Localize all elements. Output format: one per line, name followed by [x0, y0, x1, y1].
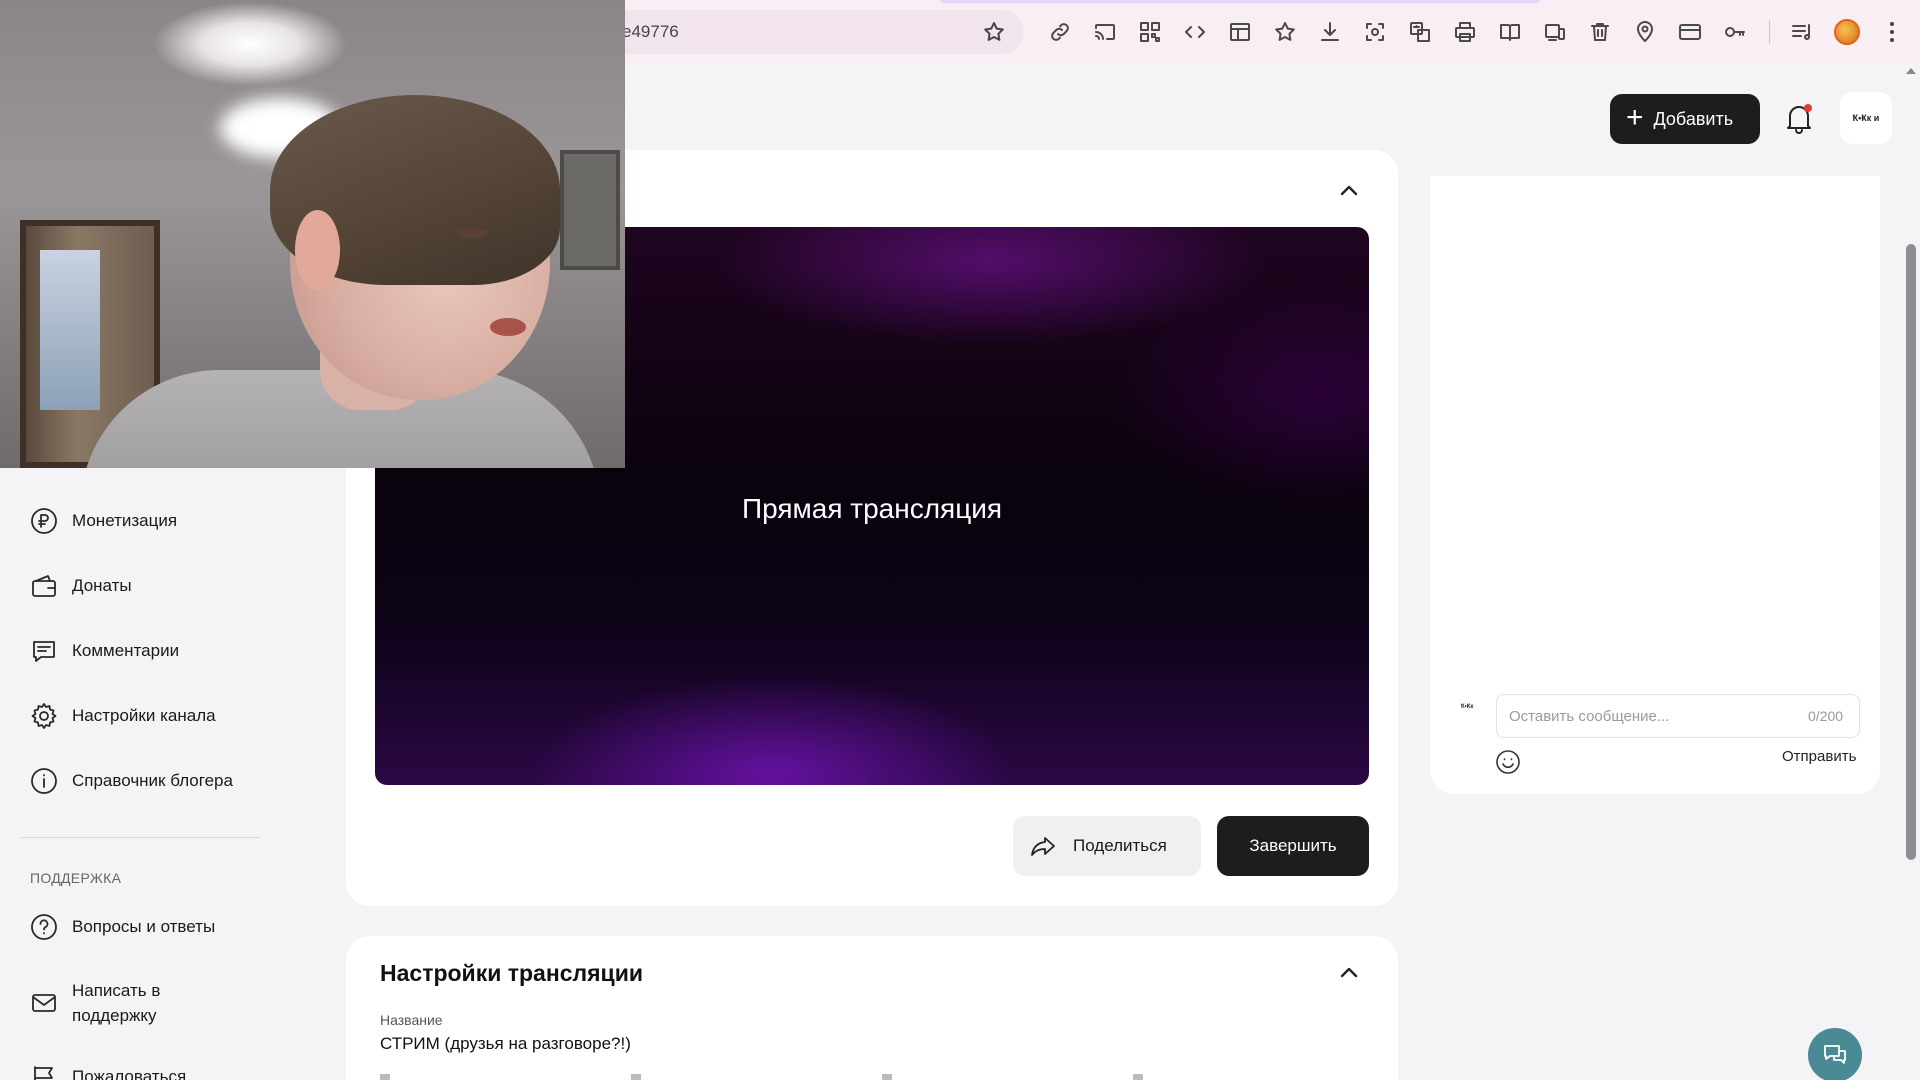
url-text: e49776	[622, 22, 679, 41]
profile-avatar[interactable]	[1834, 19, 1860, 45]
field-label-stub	[631, 1074, 641, 1080]
question-icon	[30, 913, 58, 941]
bookmark-star-icon[interactable]	[982, 20, 1006, 44]
name-field-value[interactable]: СТРИМ (друзья на разговоре?!)	[380, 1034, 631, 1054]
add-button[interactable]: + Добавить	[1610, 94, 1760, 144]
field-label-stub	[882, 1074, 892, 1080]
background-doorway	[40, 250, 100, 410]
media-icon[interactable]	[1790, 20, 1814, 44]
player-title: Прямая трансляция	[741, 493, 1003, 524]
sidebar-item-label: Пожаловаться	[72, 1067, 187, 1080]
mail-icon	[30, 989, 58, 1017]
address-bar[interactable]: e49776	[560, 10, 1024, 54]
translate-icon[interactable]	[1408, 20, 1432, 44]
settings-collapse-chevron-up-icon[interactable]	[1338, 962, 1360, 984]
finish-stream-button[interactable]: Завершить	[1217, 816, 1369, 876]
send-message-button[interactable]: Отправить	[1782, 748, 1856, 765]
plus-icon: +	[1626, 100, 1644, 134]
sidebar-item-label: Вопросы и ответы	[72, 917, 216, 936]
chat-char-counter: 0/200	[1808, 708, 1844, 724]
info-icon	[30, 767, 58, 795]
share-button-label: Поделиться	[1073, 836, 1167, 855]
sidebar-item-monetization[interactable]: Монетизация	[30, 507, 177, 535]
avatar-text: Ҟ•Ҝк и	[1852, 113, 1880, 123]
field-label-stub	[1133, 1074, 1143, 1080]
emoji-icon[interactable]	[1494, 748, 1522, 776]
share-icon	[1031, 837, 1055, 856]
stream-settings-card	[346, 936, 1398, 1080]
sidebar-item-label: Справочник блогера	[72, 771, 233, 790]
scrollbar-thumb[interactable]	[1906, 244, 1916, 860]
name-field-label: Название	[380, 1012, 443, 1028]
cast-icon[interactable]	[1093, 20, 1117, 44]
kebab-menu-icon[interactable]	[1889, 20, 1895, 44]
sidebar-item-faq[interactable]: Вопросы и ответы	[30, 913, 215, 941]
flag-icon	[30, 1063, 58, 1080]
qr-code-icon[interactable]	[1138, 20, 1162, 44]
background-shelf	[560, 150, 620, 270]
layout-icon[interactable]	[1228, 20, 1252, 44]
sidebar-item-write-support[interactable]: Написать в поддержку	[30, 978, 160, 1028]
toolbar-accent-line	[940, 0, 1540, 3]
chat-bubbles-icon	[1824, 1045, 1846, 1064]
notification-dot	[1804, 104, 1812, 112]
link-icon[interactable]	[1048, 20, 1072, 44]
screenshot-icon[interactable]	[1363, 20, 1387, 44]
user-avatar[interactable]: Ҟ•Ҝк и	[1840, 92, 1892, 144]
chat-user-avatar: Ҟ•Ҝк	[1461, 704, 1474, 710]
scroll-up-arrow-icon[interactable]	[1906, 68, 1916, 74]
sidebar-section-support: ПОДДЕРЖКА	[30, 870, 122, 886]
card-icon[interactable]	[1678, 20, 1702, 44]
share-button[interactable]: Поделиться	[1013, 816, 1201, 876]
gear-icon	[30, 702, 58, 730]
location-icon[interactable]	[1633, 20, 1657, 44]
ruble-icon	[30, 507, 58, 535]
sidebar-item-label: Настройки канала	[72, 706, 216, 725]
sidebar-item-donations[interactable]: Донаты	[30, 572, 132, 600]
sidebar-divider	[21, 837, 260, 838]
chat-message-input[interactable]	[1496, 694, 1860, 738]
sidebar-item-comments[interactable]: Комментарии	[30, 637, 179, 665]
download-icon[interactable]	[1318, 20, 1342, 44]
sidebar-item-report[interactable]: Пожаловаться	[30, 1063, 186, 1080]
reader-icon[interactable]	[1498, 20, 1522, 44]
wallet-icon	[30, 572, 58, 600]
sidebar-item-label: Комментарии	[72, 641, 180, 660]
settings-title: Настройки трансляции	[380, 960, 643, 986]
key-icon[interactable]	[1723, 20, 1747, 44]
sidebar-item-blogger-guide[interactable]: Справочник блогера	[30, 767, 233, 795]
help-chat-button[interactable]	[1808, 1028, 1862, 1080]
toolbar-separator	[1769, 20, 1770, 44]
webcam-overlay[interactable]	[0, 0, 625, 468]
collapse-chevron-up-icon[interactable]	[1338, 180, 1360, 202]
comment-icon	[30, 637, 58, 665]
sidebar-item-channel-settings[interactable]: Настройки канала	[30, 702, 216, 730]
field-label-stub	[380, 1074, 390, 1080]
sidebar-item-label: Написать в поддержку	[72, 981, 161, 1025]
sidebar-item-label: Монетизация	[72, 511, 178, 530]
bookmark-star-icon[interactable]	[1273, 20, 1297, 44]
person-ear	[295, 210, 340, 290]
print-icon[interactable]	[1453, 20, 1477, 44]
add-button-label: Добавить	[1653, 108, 1734, 129]
trash-icon[interactable]	[1588, 20, 1612, 44]
person-eye	[458, 228, 488, 238]
code-icon[interactable]	[1183, 20, 1207, 44]
devices-icon[interactable]	[1543, 20, 1567, 44]
person-mouth	[490, 318, 526, 336]
sidebar-item-label: Донаты	[72, 576, 132, 595]
